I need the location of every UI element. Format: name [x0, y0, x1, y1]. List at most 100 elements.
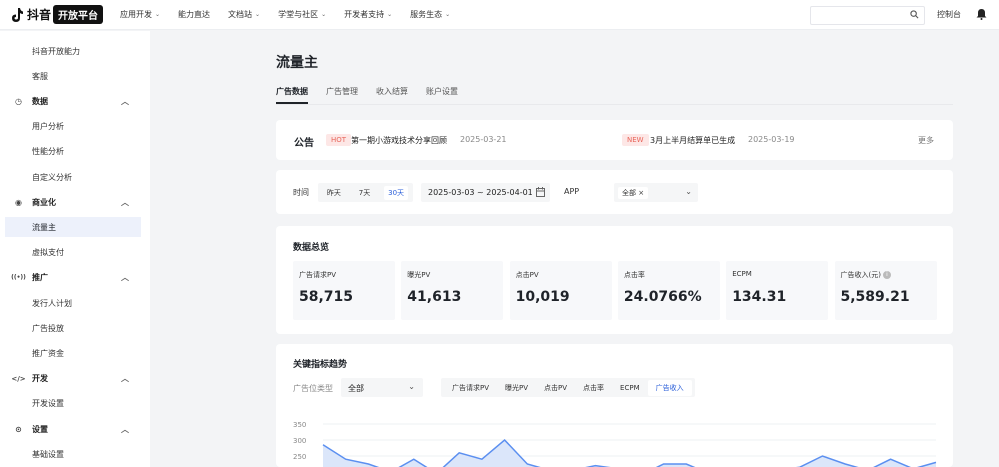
top-menu-item[interactable]: 开发者支持 ⌄: [344, 9, 392, 20]
sidebar-item-label: 虚拟支付: [32, 248, 64, 258]
top-menu: 应用开发 ⌄ 能力直达 文档站 ⌄ 学堂与社区 ⌄ 开发者支持 ⌄ 服务生态 ⌄: [120, 9, 468, 20]
chevron-down-icon: ⌄: [155, 11, 161, 18]
tab-item[interactable]: 账户设置: [426, 86, 458, 104]
sidebar: 抖音开放能力 客服 ◷ 数据 ︿ 用户分析 性能分析 自定义分析 ◉ 商业化 ︿ 流量主 虚拟支付 ((•…: [0, 31, 150, 467]
sidebar-item-label: 自定义分析: [32, 172, 72, 182]
douyin-icon: [12, 7, 23, 22]
sidebar-item[interactable]: 基础设置: [0, 444, 150, 464]
time-range-option[interactable]: 昨天: [323, 186, 345, 200]
time-label: 时间: [293, 188, 309, 197]
tab-item[interactable]: 广告管理: [326, 86, 358, 104]
metric-option[interactable]: 广告收入: [647, 379, 692, 396]
sidebar-item[interactable]: 抖音开放能力: [0, 41, 150, 61]
sidebar-group[interactable]: ◷ 数据 ︿: [0, 91, 150, 111]
sidebar-group[interactable]: ◉ 商业化 ︿: [0, 192, 150, 212]
sidebar-item-label: 客服: [32, 71, 48, 81]
top-menu-label: 开发者支持: [344, 10, 385, 19]
top-menu-label: 能力直达: [178, 10, 211, 19]
top-menu-label: 服务生态: [410, 10, 443, 19]
chevron-down-icon: ⌄: [445, 11, 451, 18]
sidebar-item[interactable]: 发行人计划: [0, 293, 150, 313]
sidebar-item[interactable]: 客服: [0, 66, 150, 86]
time-range-option[interactable]: 30天: [384, 185, 409, 200]
metric-card: ECPM 134.31: [726, 261, 829, 320]
metric-value: 41,613: [407, 289, 462, 305]
bell-icon[interactable]: [976, 8, 987, 20]
metric-label-text: 广告收入(元): [840, 271, 881, 279]
sidebar-group[interactable]: ((•)) 推广 ︿: [0, 268, 150, 288]
metric-label: 点击PV: [516, 270, 539, 280]
app-tag[interactable]: 全部 ×: [618, 187, 649, 199]
metric-value: 5,589.21: [840, 289, 910, 305]
sidebar-item-label: 开发: [32, 374, 48, 384]
y-tick-label: 250: [293, 453, 306, 461]
top-menu-item[interactable]: 应用开发 ⌄: [120, 9, 160, 20]
tabs-divider: [276, 104, 953, 105]
sidebar-group[interactable]: ⊙ 设置 ︿: [0, 419, 150, 439]
console-link[interactable]: 控制台: [937, 9, 961, 20]
metric-card: 曝光PV 41,613: [401, 261, 504, 320]
sidebar-item-label: 性能分析: [32, 147, 64, 157]
metric-option[interactable]: 点击率: [575, 380, 612, 396]
notice-title: 公告: [294, 138, 314, 149]
time-range-selector: 昨天 7天 30天: [318, 183, 413, 202]
metric-selector: 广告请求PV 曝光PV 点击PV 点击率 ECPM 广告收入: [441, 378, 695, 397]
position-type-value: 全部: [348, 384, 364, 393]
metric-option[interactable]: 点击PV: [536, 380, 575, 396]
douyin-logo[interactable]: 抖音 开放平台: [10, 5, 104, 24]
metric-label-text: 点击率: [623, 271, 645, 279]
tab-item[interactable]: 收入结算: [376, 86, 408, 104]
hot-badge: HOT: [326, 134, 352, 146]
metric-option[interactable]: ECPM: [612, 381, 648, 395]
sidebar-group[interactable]: </> 开发 ︿: [0, 369, 150, 389]
sidebar-item[interactable]: 开发设置: [0, 394, 150, 414]
info-icon[interactable]: i: [882, 271, 891, 279]
sidebar-item[interactable]: 推广资金: [0, 343, 150, 363]
more-link[interactable]: 更多: [918, 135, 934, 146]
sidebar-item-label: 流量主: [32, 222, 56, 232]
top-menu-item[interactable]: 学堂与社区 ⌄: [278, 9, 326, 20]
sidebar-item[interactable]: 性能分析: [0, 142, 150, 162]
metric-option[interactable]: 广告请求PV: [444, 380, 497, 396]
top-menu-item[interactable]: 服务生态 ⌄: [410, 9, 450, 20]
metric-label-text: 广告请求PV: [299, 271, 337, 279]
chevron-up-icon: ︿: [121, 374, 129, 384]
position-type-select[interactable]: 全部 ⌄: [341, 378, 423, 397]
top-menu-item[interactable]: 能力直达: [178, 9, 210, 20]
metric-option[interactable]: 曝光PV: [497, 380, 536, 396]
sidebar-item[interactable]: 虚拟支付: [0, 243, 150, 263]
tab-item[interactable]: 广告数据: [276, 86, 308, 104]
metric-label-text: 点击PV: [515, 271, 539, 279]
notice-item-text[interactable]: 第一期小游戏技术分享回顾: [351, 135, 447, 146]
metric-label-text: 曝光PV: [407, 271, 431, 279]
date-range-picker[interactable]: 2025-03-03 ~ 2025-04-01: [421, 183, 550, 202]
metric-card: 点击PV 10,019: [509, 261, 612, 320]
metric-value: 24.0766%: [623, 289, 702, 305]
notice-item-date: 2025-03-21: [460, 135, 507, 144]
sidebar-item-label: 商业化: [32, 197, 56, 207]
coin-icon: ◉: [15, 197, 22, 207]
top-menu-label: 应用开发: [120, 10, 153, 19]
notice-item-text[interactable]: 3月上半月结算单已生成: [650, 135, 735, 146]
chevron-up-icon: ︿: [121, 424, 129, 434]
sidebar-item-label: 推广: [32, 273, 48, 283]
top-menu-item[interactable]: 文档站 ⌄: [228, 9, 260, 20]
time-range-option[interactable]: 7天: [355, 186, 374, 200]
sidebar-item-label: 数据: [32, 96, 48, 106]
search-icon[interactable]: [910, 10, 919, 19]
top-menu-label: 学堂与社区: [278, 10, 319, 19]
top-menu-label: 文档站: [228, 10, 253, 19]
chevron-up-icon: ︿: [121, 96, 129, 106]
sidebar-item[interactable]: 用户分析: [0, 117, 150, 137]
sidebar-item[interactable]: 广告投放: [0, 318, 150, 338]
sidebar-item-label: 设置: [32, 424, 48, 434]
y-tick-label: 350: [293, 421, 306, 429]
calendar-icon: [536, 187, 545, 197]
chevron-up-icon: ︿: [121, 273, 129, 283]
app-select[interactable]: 全部 × ⌄: [614, 183, 698, 202]
sidebar-item-label: 广告投放: [32, 323, 64, 333]
chevron-down-icon: ⌄: [408, 382, 415, 391]
search-input[interactable]: [810, 6, 925, 25]
sidebar-item[interactable]: 自定义分析: [0, 167, 150, 187]
sidebar-item[interactable]: 流量主: [5, 217, 141, 238]
